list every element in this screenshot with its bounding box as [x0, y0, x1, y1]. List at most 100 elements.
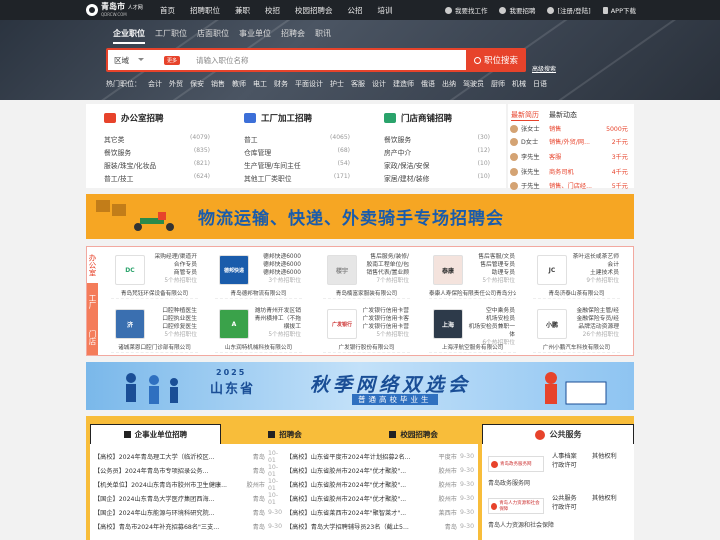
employer-card[interactable]: 楼宇 售后服务/装修/胶南工程单位/包 销售代表/置业顾 7个热招职位 青岛楠富家服… — [323, 249, 410, 299]
search-bar: 区域 更多 请输入职位名称 职位搜索 — [106, 48, 526, 72]
category-row[interactable]: 生产管理/车间主任 (54) — [244, 160, 350, 173]
service-logo: 青岛政务服务网 — [488, 456, 544, 472]
tab-company-jobs[interactable]: 企业职位 — [113, 28, 145, 44]
resume-row[interactable]: 于先生 销售、门店经... 5千元 — [510, 179, 628, 192]
tab-store[interactable]: 门店 — [87, 319, 98, 355]
hot-job[interactable]: 设计 — [372, 79, 386, 89]
advanced-search-link[interactable]: 高级搜索 — [532, 64, 556, 73]
nav-public-recruit[interactable]: 公招 — [348, 5, 363, 16]
hot-job[interactable]: 机械 — [512, 79, 526, 89]
category-row[interactable]: 餐饮服务 (835) — [104, 147, 210, 160]
banner-title: 物流运输、快递、外卖骑手专场招聘会 — [198, 209, 504, 229]
news-item[interactable]: 【机关单位】2024山东青岛市胶州市卫生健康... 胶州市 10-01 — [94, 478, 284, 492]
tab-store-jobs[interactable]: 店面职位 — [197, 28, 229, 44]
nav-parttime[interactable]: 兼职 — [235, 5, 250, 16]
category-title[interactable]: 办公室招聘 — [104, 112, 164, 124]
area-dropdown[interactable]: 区域 — [114, 55, 144, 66]
hot-job[interactable]: 销售 — [211, 79, 225, 89]
tab-factory[interactable]: 工厂 — [87, 283, 98, 319]
category-row[interactable]: 家政/保洁/安保 (10) — [384, 160, 490, 173]
news-box: 企事业单位招聘 招聘会 校园招聘会 【高校】2024年青岛理工大学（临沂校区..… — [90, 424, 479, 540]
hot-job[interactable]: 日语 — [533, 79, 547, 89]
company-logo: 泰康 — [433, 255, 463, 285]
hot-job[interactable]: 财务 — [274, 79, 288, 89]
hot-job[interactable]: 外贸 — [169, 79, 183, 89]
search-button[interactable]: 职位搜索 — [466, 48, 526, 72]
resume-row[interactable]: 张先生 商务司机 4千元 — [510, 165, 628, 178]
employer-card[interactable]: 上海 空中乘务员 机场安检员 机场安检员兼职一体 6个热招职位 上海浮航空服务有限公司 — [429, 303, 516, 353]
job-fair-banner[interactable]: 2025 山东省 秋季网络双选会 普通高校毕业生 — [86, 362, 634, 410]
news-item[interactable]: 【高校】青岛大学招聘辅导员23名（截止5... 青岛 9-30 — [286, 520, 476, 533]
tab-job-news[interactable]: 职讯 — [315, 28, 331, 44]
news-item[interactable]: 【高校】2024年青岛理工大学（临沂校区... 青岛 10-01 — [94, 450, 284, 464]
category-row[interactable]: 普工/技工 (624) — [104, 173, 210, 186]
category-row[interactable]: 家居/建材/装修 (10) — [384, 173, 490, 186]
category-title[interactable]: 门店商铺招聘 — [384, 112, 452, 124]
employer-card[interactable]: JC 茶叶运长或茶艺师 会计 土建技术员 9个热招职位 青岛济泰山茶有限公司 — [533, 249, 620, 299]
hot-job[interactable]: 客服 — [351, 79, 365, 89]
news-item[interactable]: 【高校】青岛市2024年补充招募68名"三支... 青岛 9-30 — [94, 520, 284, 533]
news-item[interactable]: 【高校】山东省胶州市2024年"优才聚胶"... 胶州市 9-30 — [286, 492, 476, 505]
employer-card[interactable]: 德邦快递 德邦快递6000 德邦快递6000 德邦快递6000 3个热招职位 青岛德邦… — [215, 249, 302, 299]
tab-campus-fair-list[interactable]: 校园招聘会 — [349, 424, 479, 444]
hot-job[interactable]: 俄语 — [421, 79, 435, 89]
login-register-link[interactable]: [注册/登陆] — [547, 5, 591, 15]
category-title[interactable]: 工厂加工招聘 — [244, 112, 312, 124]
news-item[interactable]: 【公务员】2024年青岛市专项招录公务... 青岛 10-01 — [94, 464, 284, 478]
category-row[interactable]: 其它类 (4079) — [104, 134, 210, 147]
category-row[interactable]: 服装/珠宝/化妆品 (821) — [104, 160, 210, 173]
employer-card[interactable]: A 潍坊青州开发区销 青州横排工（不拖 横拔工 5个热招职位 山东润特机械科技有限公司 — [215, 303, 302, 353]
news-item[interactable]: 【高校】山东省莱西市2024年"聚智莱才"... 莱西市 9-30 — [286, 506, 476, 519]
news-item[interactable]: 【高校】山东省平度市2024年计划招募2名... 平度市 9-30 — [286, 450, 476, 463]
nav-campus[interactable]: 校招 — [265, 5, 280, 16]
category-row[interactable]: 其他工厂类职位 (171) — [244, 173, 350, 186]
recruit-link[interactable]: 我要招聘 — [499, 5, 535, 15]
category-panel: 办公室招聘 其它类 (4079) 餐饮服务 (835) 服装/珠宝/化妆品 (821)… — [86, 104, 506, 188]
hot-job[interactable]: 建造师 — [393, 79, 414, 89]
employer-card[interactable]: DC 采购经理/渠道开 合作专员 商管专员 5个热招职位 青岛梵钰环保设备有限公司 — [111, 249, 198, 299]
nav-home[interactable]: 首页 — [160, 5, 175, 16]
news-item[interactable]: 【国企】2024年山东能源与环境科研究院... 青岛 9-30 — [94, 506, 284, 519]
tab-newest-news[interactable]: 最新动态 — [549, 110, 577, 121]
category-row[interactable]: 仓库管理 (68) — [244, 147, 350, 160]
resume-row[interactable]: D女士 销售/外贸/网... 2千元 — [510, 135, 628, 148]
nav-jobs[interactable]: 招聘职位 — [190, 5, 220, 16]
employer-card[interactable]: 济 口腔种植医生 口腔执业医生 口腔修复医生 5个热招职位 诸城莱恩口腔门诊部有限公司 — [111, 303, 198, 353]
logistics-banner[interactable]: 物流运输、快递、外卖骑手专场招聘会 — [86, 194, 634, 239]
news-item[interactable]: 【国企】2024山东青岛大学医疗集团西海... 青岛 10-01 — [94, 492, 284, 506]
hot-job[interactable]: 保安 — [190, 79, 204, 89]
employer-card[interactable]: 小鹏 金融保险主管/经 金融保险专员/经 品牌活动资源理 26个热招职位 广州小鹏汽车… — [533, 303, 620, 353]
tab-newest-resumes[interactable]: 最新简历 — [511, 110, 539, 121]
category-row[interactable]: 房产中介 (12) — [384, 147, 490, 160]
nav-training[interactable]: 培训 — [378, 5, 393, 16]
hot-job[interactable]: 会计 — [148, 79, 162, 89]
hot-job[interactable]: 厨师 — [491, 79, 505, 89]
company-name: 青岛济泰山茶有限公司 — [548, 291, 605, 297]
hot-job[interactable]: 出纳 — [442, 79, 456, 89]
app-download-link[interactable]: APP下载 — [602, 5, 636, 15]
tab-public-institution[interactable]: 事业单位 — [239, 28, 271, 44]
tab-job-fair-list[interactable]: 招聘会 — [220, 424, 350, 444]
tab-public-institution-recruit[interactable]: 企事业单位招聘 — [90, 424, 221, 444]
more-badge[interactable]: 更多 — [164, 56, 181, 65]
news-item[interactable]: 【高校】山东省胶州市2024年"优才聚胶"... 胶州市 9-30 — [286, 478, 476, 491]
hot-job[interactable]: 驾驶员 — [463, 79, 484, 89]
news-item[interactable]: 【高校】山东省胶州市2024年"优才聚胶"... 胶州市 9-30 — [286, 464, 476, 477]
category-row[interactable]: 餐饮服务 (30) — [384, 134, 490, 147]
hot-job[interactable]: 教师 — [232, 79, 246, 89]
nav-campus-fair[interactable]: 校园招聘会 — [295, 5, 333, 16]
resume-row[interactable]: 李先生 客服 3千元 — [510, 150, 628, 163]
employer-card[interactable]: 泰康 售后客服/文员 售后管理专员 助理专员 5个热招职位 泰康人寿保险有限责任公司青… — [429, 249, 516, 299]
tab-job-fair[interactable]: 招聘会 — [281, 28, 305, 44]
hot-job[interactable]: 电工 — [253, 79, 267, 89]
hot-job[interactable]: 护士 — [330, 79, 344, 89]
site-logo[interactable]: 青岛市 人才网 QDRCW.COM — [86, 3, 143, 17]
hot-job[interactable]: 平面设计 — [295, 79, 323, 89]
tab-office[interactable]: 办公室 — [87, 247, 98, 283]
tab-factory-jobs[interactable]: 工厂职位 — [155, 28, 187, 44]
employer-card[interactable]: 广发银行 广发银行信用卡营 广发银行信用卡客 广发银行信用卡营 5个热招职位 广发银行… — [323, 303, 410, 353]
find-job-link[interactable]: 我要找工作 — [444, 5, 487, 15]
category-row[interactable]: 普工 (4065) — [244, 134, 350, 147]
search-input[interactable]: 请输入职位名称 — [196, 55, 249, 66]
resume-row[interactable]: 张女士 销售 5000元 — [510, 122, 628, 135]
